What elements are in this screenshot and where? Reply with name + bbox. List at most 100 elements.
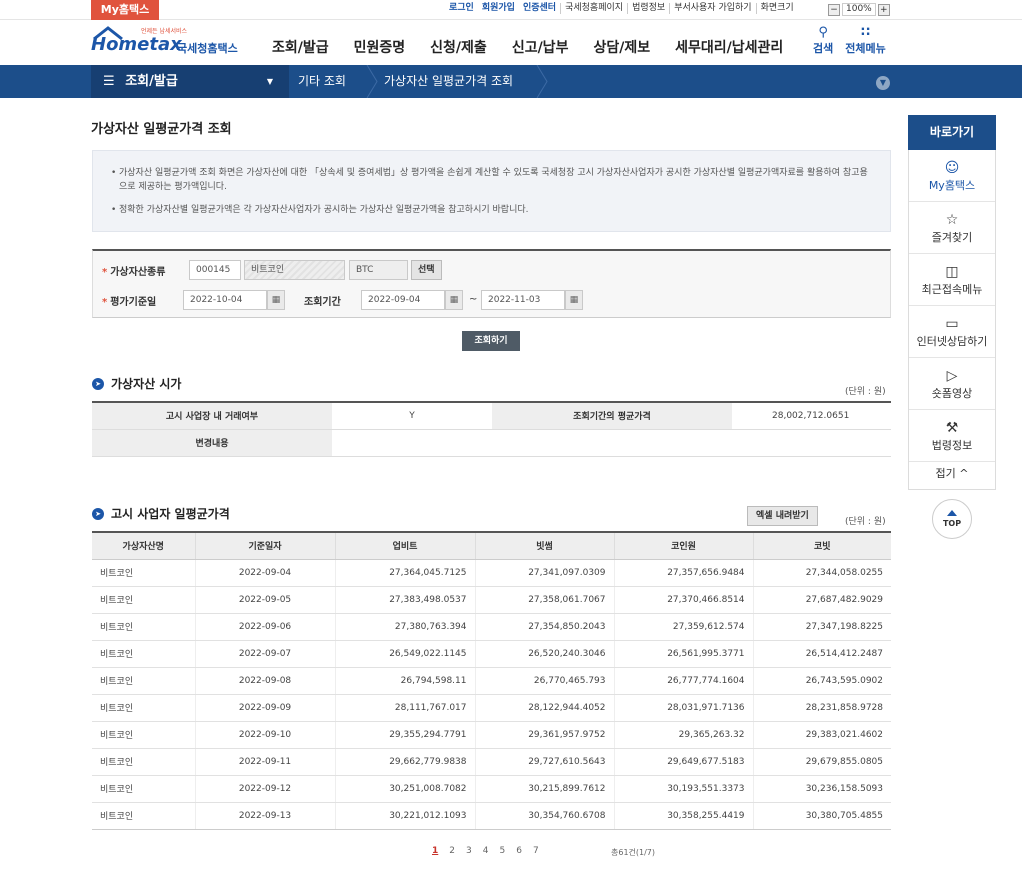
table-cell: 2022-09-08 bbox=[194, 667, 335, 695]
section-title-market-price: ➤ 가상자산 시가 bbox=[92, 375, 181, 392]
table-cell: 30,193,551.3373 bbox=[613, 775, 753, 803]
table-row: 비트코인 2022-09-04 27,364,045.7125 27,341,097.… bbox=[92, 559, 891, 587]
quick-online-consult[interactable]: ▭ 인터넷상담하기 bbox=[909, 306, 995, 358]
table-cell: 26,777,774.1604 bbox=[613, 667, 753, 695]
table-cell: 27,354,850.2043 bbox=[474, 613, 614, 641]
all-menu-tool[interactable]: ∷ 전체메뉴 bbox=[845, 26, 885, 56]
required-icon: * bbox=[102, 297, 108, 308]
table-cell: 28,111,767.017 bbox=[334, 694, 475, 722]
unit-label: (단위 : 원) bbox=[845, 517, 886, 527]
column-header: 가상자산명 bbox=[92, 532, 195, 560]
quick-menu: 바로가기 ☺ My홈택스 ☆ 즐겨찾기 ◫ 최근접속메뉴 ▭ 인터넷상담하기 ▷ 숏폼영상… bbox=[908, 115, 996, 490]
column-header: 코인원 bbox=[613, 532, 753, 560]
pagination: 1 2 3 45 6 7 bbox=[432, 846, 539, 856]
dept-user-signup-link[interactable]: 부서사용자 가입하기 bbox=[670, 3, 757, 14]
quick-menu-header: 바로가기 bbox=[908, 115, 996, 150]
quick-recent-menu[interactable]: ◫ 최근접속메뉴 bbox=[909, 254, 995, 306]
period-from-field[interactable]: 2022-09-04 bbox=[361, 290, 445, 310]
law-info-link[interactable]: 법령정보 bbox=[628, 3, 671, 14]
quick-menu-collapse[interactable]: 접기 ^ bbox=[909, 462, 995, 486]
table-cell: 28,031,971.7136 bbox=[613, 694, 753, 722]
nav-expand-icon[interactable]: ▼ bbox=[876, 76, 890, 90]
table-row: 비트코인 2022-09-13 30,221,012.1093 30,354,760.… bbox=[92, 802, 891, 830]
table-cell: 27,358,061.7067 bbox=[474, 586, 614, 614]
zoom-in-button[interactable]: + bbox=[877, 3, 890, 16]
calendar-icon[interactable]: ▦ bbox=[445, 290, 463, 310]
table-cell: 비트코인 bbox=[92, 640, 195, 668]
quick-my-hometax[interactable]: ☺ My홈택스 bbox=[909, 150, 995, 202]
table-cell: 비트코인 bbox=[92, 802, 195, 830]
column-header: 빗썸 bbox=[474, 532, 614, 560]
listed-label: 고시 사업장 내 거래여부 bbox=[92, 402, 332, 430]
page-link[interactable]: 2 bbox=[449, 846, 455, 856]
menu-report-pay[interactable]: 신고/납부 bbox=[512, 37, 569, 57]
scroll-top-button[interactable]: TOP bbox=[932, 499, 972, 539]
cert-center-link[interactable]: 인증센터 bbox=[519, 3, 562, 14]
grid-menu-icon: ∷ bbox=[860, 25, 871, 40]
bullet-arrow-icon: ➤ bbox=[92, 507, 104, 520]
table-cell: 2022-09-06 bbox=[194, 613, 335, 641]
page-title: 가상자산 일평균가격 조회 bbox=[91, 122, 232, 137]
table-cell: 27,359,612.574 bbox=[613, 613, 753, 641]
select-asset-button[interactable]: 선택 bbox=[411, 260, 442, 280]
period-to-field[interactable]: 2022-11-03 bbox=[481, 290, 565, 310]
all-menu-label: 전체메뉴 bbox=[845, 42, 886, 55]
menu-consult-report[interactable]: 상담/제보 bbox=[593, 37, 650, 57]
table-cell: 비트코인 bbox=[92, 721, 195, 749]
table-cell: 2022-09-10 bbox=[194, 721, 335, 749]
menu-apply-submit[interactable]: 신청/제출 bbox=[430, 37, 487, 57]
daily-average-table: 가상자산명 기준일자 업비트 빗썸 코인원 코빗 비트코인 2022-09-04 27,364… bbox=[92, 531, 891, 830]
page-link[interactable]: 7 bbox=[533, 846, 539, 856]
calendar-icon[interactable]: ▦ bbox=[565, 290, 583, 310]
table-cell: 30,215,899.7612 bbox=[474, 775, 614, 803]
table-cell: 29,361,957.9752 bbox=[474, 721, 614, 749]
menu-tax-agent[interactable]: 세무대리/납세관리 bbox=[675, 37, 783, 57]
asset-name-field: 비트코인 bbox=[244, 260, 345, 280]
eval-date-field[interactable]: 2022-10-04 bbox=[183, 290, 267, 310]
star-icon: ☆ bbox=[945, 211, 959, 228]
table-cell: 2022-09-07 bbox=[194, 640, 335, 668]
quick-law-info[interactable]: ⚒ 법령정보 bbox=[909, 410, 995, 462]
section-title-daily-average: ➤ 고시 사업자 일평균가격 bbox=[92, 505, 230, 522]
table-cell: 비트코인 bbox=[92, 586, 195, 614]
table-cell: 29,383,021.4602 bbox=[752, 721, 891, 749]
quick-short-video[interactable]: ▷ 숏폼영상 bbox=[909, 358, 995, 410]
breadcrumb-current[interactable]: 가상자산 일평균가격 조회 bbox=[384, 65, 513, 98]
page-link[interactable]: 4 bbox=[483, 846, 489, 856]
column-header: 업비트 bbox=[334, 532, 475, 560]
nts-home-link[interactable]: 국세청홈페이지 bbox=[561, 3, 629, 14]
asset-code-field[interactable]: 000145 bbox=[189, 260, 241, 280]
table-cell: 29,662,779.9838 bbox=[334, 748, 475, 776]
excel-download-button[interactable]: 엑셀 내려받기 bbox=[747, 506, 818, 526]
page-link[interactable]: 5 bbox=[499, 846, 505, 856]
table-cell: 2022-09-13 bbox=[194, 802, 335, 830]
table-cell: 2022-09-09 bbox=[194, 694, 335, 722]
page-link[interactable]: 3 bbox=[466, 846, 472, 856]
page-link[interactable]: 1 bbox=[432, 846, 438, 856]
breadcrumb-other-inquiry[interactable]: 기타 조회 bbox=[298, 65, 346, 98]
hometax-logo[interactable]: 언제든 납세서비스 Hometax 국세청홈택스 bbox=[91, 26, 246, 62]
person-icon: ☺ bbox=[944, 159, 960, 176]
my-hometax-button[interactable]: My홈택스 bbox=[91, 0, 159, 20]
menu-certificates[interactable]: 민원증명 bbox=[354, 37, 406, 57]
table-row: 비트코인 2022-09-12 30,251,008.7082 30,215,899.… bbox=[92, 775, 891, 803]
search-tool[interactable]: ⚲ 검색 bbox=[813, 26, 833, 56]
signup-link[interactable]: 회원가입 bbox=[478, 3, 519, 14]
quick-favorites[interactable]: ☆ 즐겨찾기 bbox=[909, 202, 995, 254]
table-cell: 30,358,255.4419 bbox=[613, 802, 753, 830]
change-value bbox=[332, 429, 891, 457]
calendar-icon[interactable]: ▦ bbox=[267, 290, 285, 310]
menu-inquiry-issue[interactable]: 조회/발급 bbox=[272, 37, 329, 57]
table-cell: 27,347,198.8225 bbox=[752, 613, 891, 641]
required-icon: * bbox=[102, 267, 108, 278]
nav-category-dropdown[interactable]: ☰ 조회/발급 ▼ bbox=[91, 65, 289, 98]
login-link[interactable]: 로그인 bbox=[445, 3, 478, 14]
zoom-out-button[interactable]: − bbox=[828, 3, 840, 16]
zoom-value: 100% bbox=[842, 3, 876, 16]
page-link[interactable]: 6 bbox=[516, 846, 522, 856]
table-cell: 29,679,855.0805 bbox=[752, 748, 891, 776]
search-button[interactable]: 조회하기 bbox=[462, 331, 520, 351]
table-cell: 27,380,763.394 bbox=[334, 613, 475, 641]
gavel-icon: ⚒ bbox=[945, 419, 959, 436]
table-cell: 2022-09-12 bbox=[194, 775, 335, 803]
